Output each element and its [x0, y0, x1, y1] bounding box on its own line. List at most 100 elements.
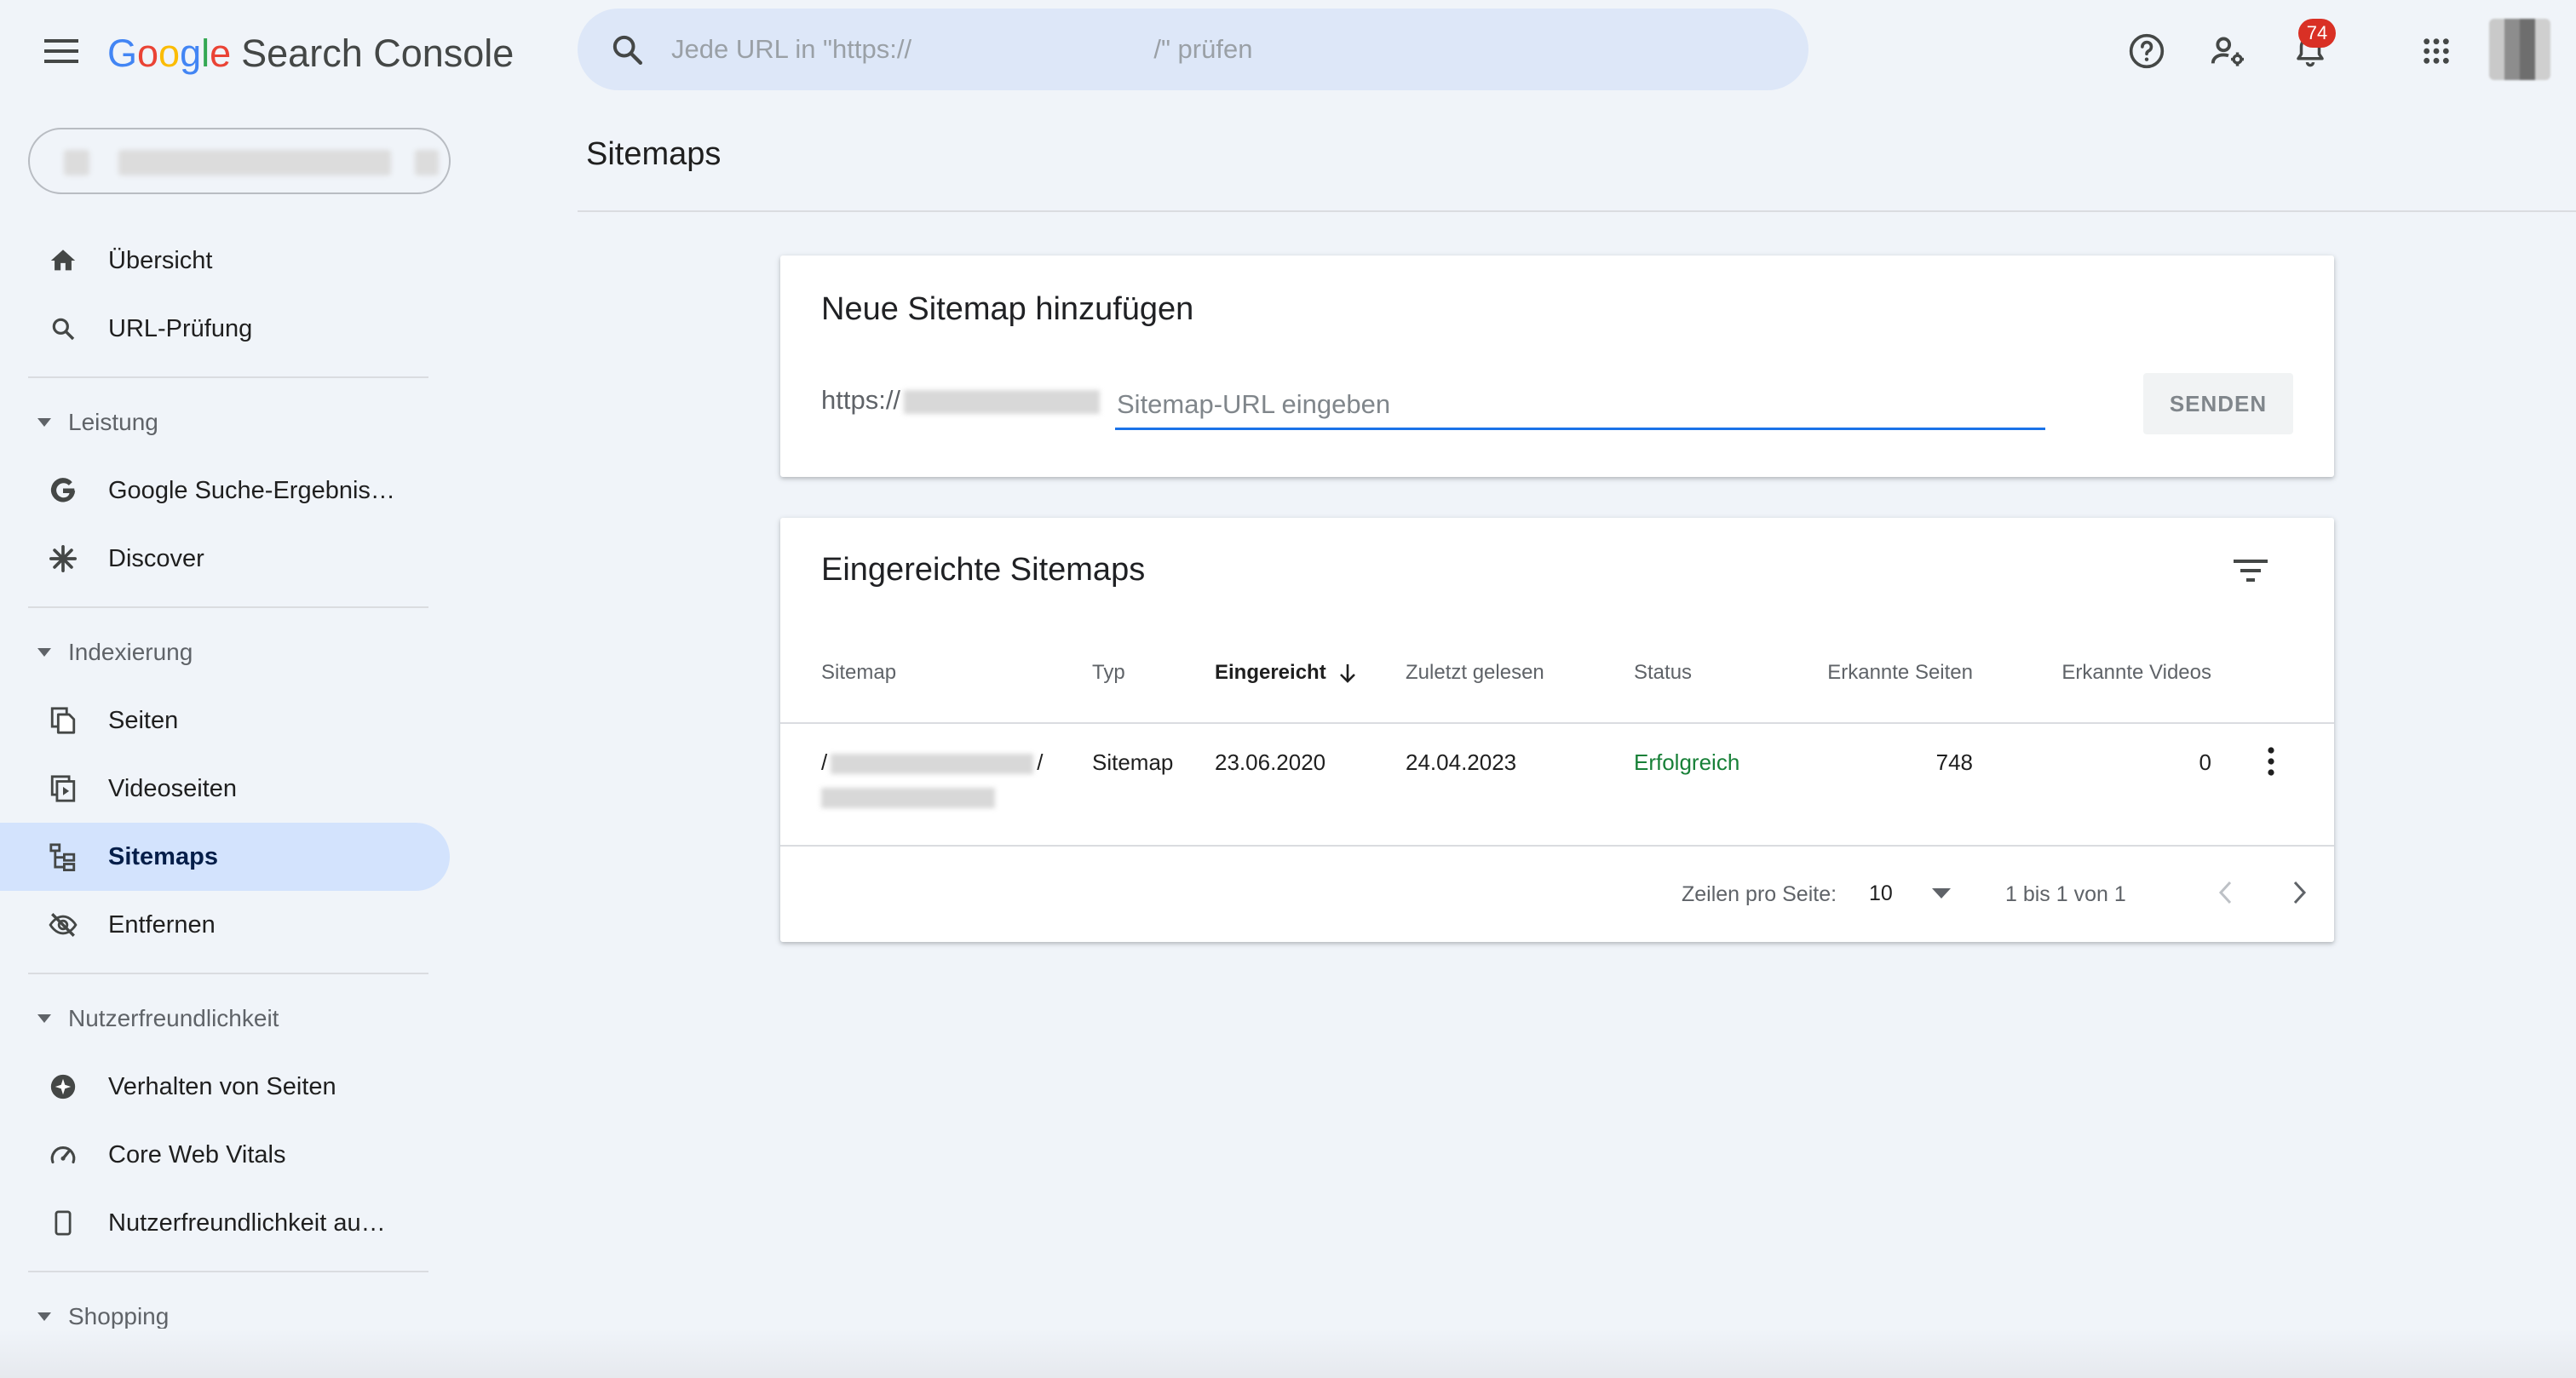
sitemap-type: Sitemap	[1092, 749, 1174, 775]
sitemap-url-prefix: https://	[821, 385, 1101, 416]
submit-sitemap-button[interactable]: SENDEN	[2143, 373, 2293, 434]
sidebar-item-label: Nutzerfreundlichkeit au…	[108, 1209, 386, 1237]
sitemap-last-read-date: 24.04.2023	[1406, 749, 1517, 775]
add-sitemap-title: Neue Sitemap hinzufügen	[821, 291, 1194, 327]
sidebar-item-page-experience[interactable]: Verhalten von Seiten	[0, 1053, 450, 1121]
sidebar-item-overview[interactable]: Übersicht	[0, 227, 450, 295]
section-label: Indexierung	[68, 639, 193, 665]
search-icon	[48, 313, 78, 344]
google-search-console-logo[interactable]: Google Search Console	[107, 26, 514, 82]
next-page-icon[interactable]	[2278, 870, 2322, 915]
rows-per-page-label: Zeilen pro Seite:	[1682, 882, 1837, 906]
phone-icon	[48, 1208, 78, 1238]
url-inspection-input[interactable]	[670, 33, 1695, 66]
sidebar-item-pages[interactable]: Seiten	[0, 686, 450, 755]
column-header-last-read[interactable]: Zuletzt gelesen	[1406, 661, 1544, 685]
sidebar-divider	[28, 376, 428, 378]
sidebar-item-removals[interactable]: Entfernen	[0, 891, 450, 959]
sitemap-url-input[interactable]	[1115, 382, 2045, 430]
sidebar-item-label: Core Web Vitals	[108, 1140, 286, 1168]
account-avatar[interactable]	[2489, 19, 2550, 80]
help-icon[interactable]	[2119, 24, 2174, 78]
logo-letter: o	[137, 32, 159, 75]
page-experience-icon	[48, 1071, 78, 1102]
column-header-type[interactable]: Typ	[1092, 661, 1125, 685]
asterisk-icon	[48, 543, 78, 574]
page-title: Sitemaps	[586, 136, 722, 172]
property-favicon	[64, 150, 89, 175]
logo-letter: g	[180, 32, 202, 75]
section-header-experience[interactable]: Nutzerfreundlichkeit	[0, 993, 450, 1044]
sidebar-item-label: Verhalten von Seiten	[108, 1072, 336, 1100]
sidebar-item-discover[interactable]: Discover	[0, 525, 450, 593]
dropdown-arrow-icon	[1930, 887, 1952, 899]
previous-page-icon[interactable]	[2203, 870, 2247, 915]
sidebar-item-label: Übersicht	[108, 246, 213, 274]
submitted-sitemaps-title: Eingereichte Sitemaps	[821, 552, 1146, 588]
column-header-status[interactable]: Status	[1634, 661, 1692, 685]
speedometer-icon	[48, 1140, 78, 1170]
section-label: Nutzerfreundlichkeit	[68, 1005, 279, 1031]
domain-redacted	[904, 389, 1101, 414]
notification-count-badge: 74	[2298, 19, 2336, 48]
sidebar-item-url-inspection[interactable]: URL-Prüfung	[0, 295, 450, 363]
google-g-icon	[48, 475, 78, 506]
status-badge: Erfolgreich	[1634, 749, 1740, 775]
menu-icon[interactable]	[32, 24, 90, 78]
manage-users-icon[interactable]	[2201, 24, 2256, 78]
property-url-redacted	[118, 150, 391, 175]
column-header-sitemap[interactable]: Sitemap	[821, 661, 896, 685]
caret-down-icon	[36, 1013, 53, 1024]
caret-down-icon	[36, 417, 53, 428]
eye-off-icon	[48, 910, 78, 940]
table-row-divider	[780, 845, 2334, 847]
arrow-down-icon	[1338, 663, 1357, 685]
bottom-fade	[0, 1329, 2576, 1378]
sidebar-item-sitemaps[interactable]: Sitemaps	[0, 823, 450, 891]
discovered-videos-count: 0	[2199, 749, 2211, 775]
top-app-bar: Google Search Console 74	[0, 0, 2576, 102]
caret-down-icon	[36, 647, 53, 657]
column-header-label: Eingereicht	[1215, 661, 1326, 684]
sidebar-item-video-pages[interactable]: Videoseiten	[0, 755, 450, 823]
search-icon[interactable]	[610, 32, 644, 66]
url-inspection-search-bar[interactable]	[578, 9, 1808, 90]
sidebar-divider	[28, 1271, 428, 1272]
section-header-indexing[interactable]: Indexierung	[0, 627, 450, 678]
pages-icon	[48, 705, 78, 736]
property-selector[interactable]	[28, 128, 451, 194]
column-header-discovered-videos[interactable]: Erkannte Videos	[2061, 661, 2211, 685]
discovered-pages-count: 748	[1935, 749, 1973, 775]
apps-grid-icon[interactable]	[2409, 24, 2464, 78]
sidebar-item-mobile-usability[interactable]: Nutzerfreundlichkeit au…	[0, 1189, 450, 1257]
sitemap-submitted-date: 23.06.2020	[1215, 749, 1326, 775]
section-label: Shopping	[68, 1303, 170, 1329]
sidebar-item-label: Discover	[108, 544, 204, 572]
logo-letter: o	[158, 32, 181, 75]
table-header-divider	[780, 722, 2334, 724]
path-redacted	[821, 788, 995, 808]
column-header-discovered-pages[interactable]: Erkannte Seiten	[1827, 661, 1973, 685]
home-icon	[48, 245, 78, 276]
sidebar-item-search-results[interactable]: Google Suche-Ergebnis…	[0, 456, 450, 525]
section-header-performance[interactable]: Leistung	[0, 397, 450, 448]
section-label: Leistung	[68, 409, 158, 435]
more-vert-icon[interactable]	[2251, 738, 2291, 785]
sidebar-item-core-web-vitals[interactable]: Core Web Vitals	[0, 1121, 450, 1189]
path-redacted	[831, 754, 1034, 775]
sitemap-path-start: /	[821, 749, 828, 775]
rows-per-page-select[interactable]: 10	[1869, 874, 1954, 913]
sidebar-item-label: Entfernen	[108, 910, 216, 939]
sidebar-item-label: Seiten	[108, 706, 179, 734]
submitted-sitemaps-card: Eingereichte Sitemaps Sitemap Typ Einger…	[780, 518, 2334, 942]
sitemap-path[interactable]: / /	[821, 749, 1043, 808]
filter-icon[interactable]	[2223, 543, 2278, 598]
google-wordmark: Google	[107, 32, 231, 76]
sitemap-icon	[48, 841, 78, 872]
video-pages-icon	[48, 773, 78, 804]
sidebar-divider	[28, 973, 428, 974]
column-header-submitted[interactable]: Eingereicht	[1215, 661, 1357, 685]
sitemap-path-end: /	[1037, 749, 1044, 775]
logo-letter: G	[107, 32, 138, 75]
product-name: Search Console	[241, 32, 515, 75]
